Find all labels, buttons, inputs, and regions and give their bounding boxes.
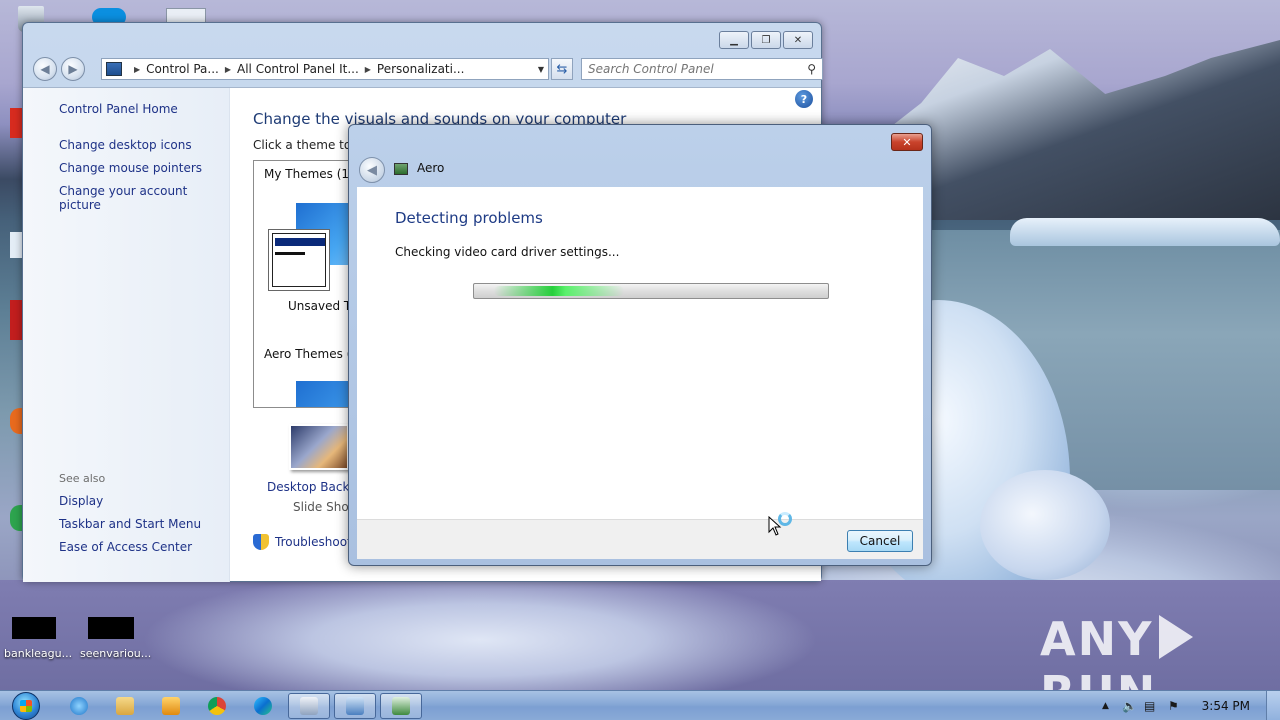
help-icon[interactable]: ? [795, 90, 813, 108]
wallpaper-iceberg-small [980, 470, 1110, 580]
refresh-button[interactable]: ⇆ [551, 58, 573, 80]
window-caption-buttons: ▁ ❐ ✕ [719, 31, 813, 49]
taskbar-control-panel[interactable] [288, 693, 330, 719]
chevron-right-icon[interactable]: ▶ [365, 65, 371, 74]
minimize-button[interactable]: ▁ [719, 31, 749, 49]
windows-logo-icon [20, 700, 32, 712]
system-tray: ▲ 🔈 ▤ ⚑ 3:54 PM [1090, 691, 1280, 720]
taskbar-clock[interactable]: 3:54 PM [1202, 699, 1250, 713]
page-subtitle: Click a theme to c [253, 138, 362, 152]
change-desktop-icons-link[interactable]: Change desktop icons [59, 138, 192, 152]
play-icon [1159, 615, 1194, 659]
search-icon[interactable]: ⚲ [807, 62, 816, 76]
control-panel-icon [106, 62, 122, 76]
restore-icon: ❐ [761, 34, 771, 46]
navigation-bar: ◀ ▶ ▶ Control Pa... ▶ All Control Panel … [33, 55, 823, 81]
dialog-title: Aero [417, 161, 445, 175]
dialog-close-button[interactable]: ✕ [891, 133, 923, 151]
dialog-back-button[interactable]: ◀ [359, 157, 385, 183]
show-hidden-icons-icon[interactable]: ▲ [1102, 701, 1109, 711]
start-button[interactable] [6, 691, 46, 720]
internet-explorer-icon [70, 697, 88, 715]
watermark-text: ANY [1040, 612, 1154, 666]
refresh-icon: ⇆ [556, 61, 568, 77]
dialog-footer: Cancel [357, 519, 923, 559]
aero-troubleshooter-dialog: ✕ ◀ Aero Detecting problems Checking vid… [348, 124, 932, 566]
troubleshooter-app-icon [394, 163, 408, 175]
monitor-icon [346, 697, 364, 715]
show-desktop-button[interactable] [1266, 691, 1280, 720]
action-center-flag-icon[interactable]: ⚑ [1168, 699, 1179, 713]
ease-of-access-link[interactable]: Ease of Access Center [59, 540, 192, 554]
control-panel-home-link[interactable]: Control Panel Home [59, 102, 178, 116]
taskbar-start-menu-link[interactable]: Taskbar and Start Menu [59, 517, 201, 531]
chevron-right-icon[interactable]: ▶ [134, 65, 140, 74]
breadcrumb-all-items[interactable]: All Control Panel It... [237, 62, 359, 76]
restore-button[interactable]: ❐ [751, 31, 781, 49]
desktop-icon-label[interactable]: seenvariou... [80, 647, 151, 660]
change-account-picture-link[interactable]: Change your account picture [59, 184, 229, 212]
taskbar-explorer[interactable] [104, 693, 146, 719]
taskbar-media-player[interactable] [150, 693, 192, 719]
taskbar-internet-explorer[interactable] [58, 693, 100, 719]
forward-arrow-icon: ▶ [68, 62, 78, 76]
display-link[interactable]: Display [59, 494, 103, 508]
redacted-icon[interactable] [12, 617, 56, 639]
dialog-status-text: Checking video card driver settings... [395, 245, 620, 259]
chevron-down-icon[interactable]: ▼ [538, 65, 544, 74]
change-mouse-pointers-link[interactable]: Change mouse pointers [59, 161, 202, 175]
taskbar-chrome[interactable] [196, 693, 238, 719]
dialog-content: Detecting problems Checking video card d… [357, 187, 923, 519]
chrome-icon [208, 697, 226, 715]
my-themes-header: My Themes (1) [264, 167, 354, 181]
taskbar-troubleshooter[interactable] [380, 693, 422, 719]
folder-icon [116, 697, 134, 715]
close-button[interactable]: ✕ [783, 31, 813, 49]
back-button[interactable]: ◀ [33, 57, 57, 81]
dialog-heading: Detecting problems [395, 209, 543, 227]
breadcrumb-personalization[interactable]: Personalizati... [377, 62, 464, 76]
troubleshoot-link[interactable]: Troubleshoot [275, 535, 352, 549]
taskbar-remote-app[interactable] [334, 693, 376, 719]
taskbar-edge[interactable] [242, 693, 284, 719]
back-arrow-icon: ◀ [40, 62, 50, 76]
left-nav-pane: Control Panel Home Change desktop icons … [23, 88, 230, 582]
search-input[interactable] [588, 62, 798, 76]
edge-icon [254, 697, 272, 715]
desktop-background-icon[interactable] [289, 424, 349, 470]
wallpaper-ice [1010, 218, 1280, 246]
shield-icon [253, 534, 269, 550]
taskbar: ▲ 🔈 ▤ ⚑ 3:54 PM [0, 690, 1280, 720]
busy-spinner-icon [778, 512, 792, 526]
chevron-right-icon[interactable]: ▶ [225, 65, 231, 74]
close-icon: ✕ [902, 135, 912, 149]
close-icon: ✕ [793, 34, 803, 46]
desktop-icon-label[interactable]: bankleagu... [4, 647, 72, 660]
network-icon[interactable]: ▤ [1144, 699, 1155, 713]
forward-button[interactable]: ▶ [61, 57, 85, 81]
unsaved-theme-thumbnail[interactable] [268, 229, 330, 291]
minimize-icon: ▁ [730, 34, 738, 46]
address-bar[interactable]: ▶ Control Pa... ▶ All Control Panel It..… [101, 58, 549, 80]
breadcrumb-control-panel[interactable]: Control Pa... [146, 62, 219, 76]
back-arrow-icon: ◀ [367, 162, 377, 178]
see-also-label: See also [59, 472, 106, 485]
cancel-button[interactable]: Cancel [847, 530, 913, 552]
control-panel-icon [300, 697, 318, 715]
media-player-icon [162, 697, 180, 715]
volume-icon[interactable]: 🔈 [1122, 699, 1137, 713]
progress-bar [473, 283, 829, 299]
progress-marquee [494, 286, 624, 296]
troubleshooter-icon [392, 697, 410, 715]
search-box[interactable]: ⚲ [581, 58, 823, 80]
redacted-icon[interactable] [88, 617, 134, 639]
